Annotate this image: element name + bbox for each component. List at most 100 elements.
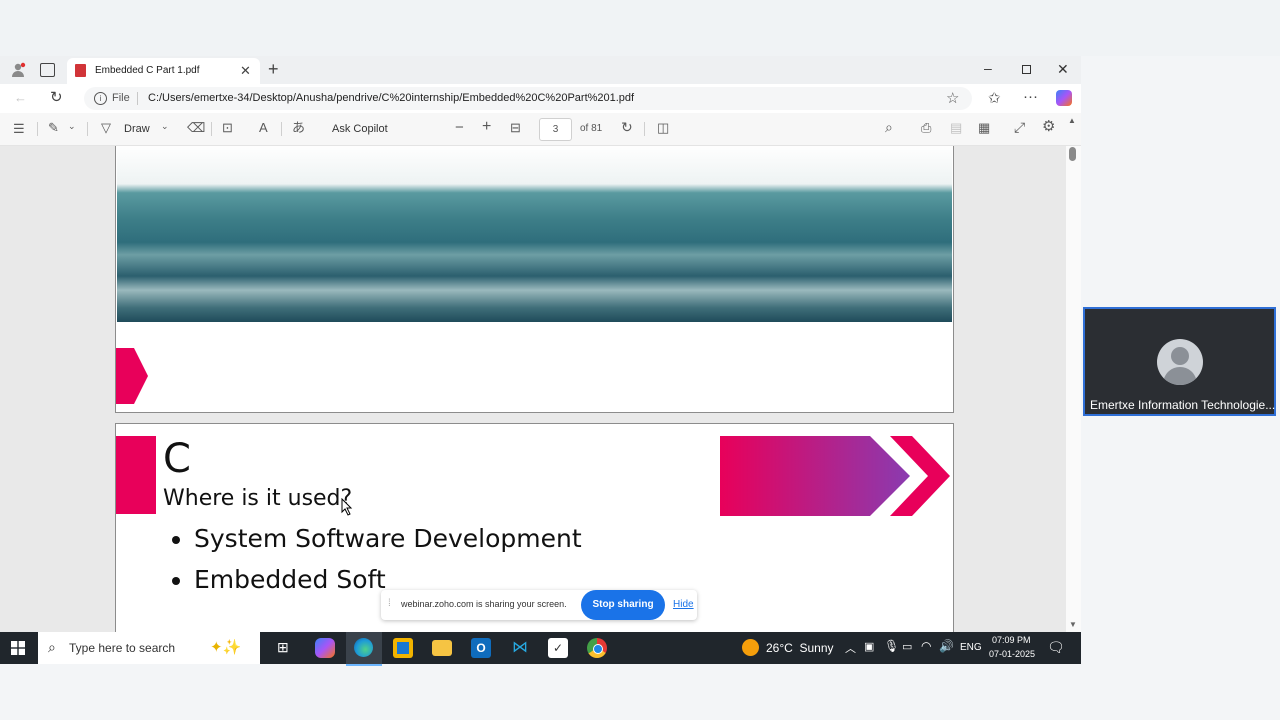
favorites-icon[interactable]: ✩ xyxy=(988,89,1001,107)
browser-window: Embedded C Part 1.pdf ✕ + – ✕ ← ↻ i File… xyxy=(0,56,1081,632)
text-box-icon[interactable]: ⊡ xyxy=(222,121,233,134)
settings-gear-icon[interactable]: ⚙ xyxy=(1042,119,1055,134)
pdf-file-icon xyxy=(75,64,86,77)
show-hidden-icons-icon[interactable]: ︿ xyxy=(845,640,856,656)
pdf-viewer: C Where is it used? System Software Deve… xyxy=(0,146,1066,632)
ocean-image xyxy=(117,146,952,322)
fullscreen-icon[interactable]: ⤢ xyxy=(1014,120,1025,134)
chrome-app-icon[interactable] xyxy=(587,638,607,658)
pdf-page-2 xyxy=(115,146,954,413)
vscode-app-icon[interactable]: ⋈ xyxy=(510,638,530,658)
desktop-background-strip xyxy=(0,0,1280,56)
windows-taskbar: ⌕ Type here to search ✦✨ ⊞ O ⋈ ✓ 26°C Su… xyxy=(0,632,1081,666)
close-window-icon[interactable]: ✕ xyxy=(1057,61,1069,78)
save-as-icon[interactable]: ▦ xyxy=(978,121,990,134)
gradient-arrow-banner xyxy=(720,436,950,516)
ask-copilot-label[interactable]: Ask Copilot xyxy=(332,123,388,135)
zoom-out-icon[interactable]: − xyxy=(455,120,464,135)
restore-icon[interactable] xyxy=(1022,65,1031,74)
clock-time[interactable]: 07:09 PM xyxy=(992,635,1031,645)
share-message: webinar.zoho.com is sharing your screen. xyxy=(401,599,567,609)
bullet-item: System Software Development xyxy=(194,524,582,553)
toolbar-divider xyxy=(37,122,38,136)
search-icon[interactable]: ⌕ xyxy=(885,120,893,134)
url-divider xyxy=(137,92,138,105)
profile-icon[interactable] xyxy=(10,62,26,78)
weather-sun-icon[interactable] xyxy=(742,639,759,656)
participant-video-tile[interactable]: Emertxe Information Technologie... xyxy=(1083,307,1276,416)
toolbar-divider xyxy=(644,122,645,136)
read-aloud-icon[interactable]: A xyxy=(259,121,268,134)
scroll-up-arrow-icon[interactable]: ▲ xyxy=(1068,117,1076,125)
language-indicator[interactable]: ENG xyxy=(960,642,982,653)
scroll-down-arrow-icon[interactable]: ▼ xyxy=(1069,620,1077,629)
search-highlights-icon: ✦✨ xyxy=(210,639,242,656)
favorite-star-icon[interactable]: ☆ xyxy=(946,89,959,107)
back-icon[interactable]: ← xyxy=(14,91,27,104)
avatar xyxy=(1157,339,1203,385)
highlight-icon[interactable]: ✎ xyxy=(48,121,59,134)
zoom-in-icon[interactable]: + xyxy=(482,119,491,135)
refresh-icon[interactable]: ↻ xyxy=(50,90,63,105)
toolbar-divider xyxy=(87,122,88,136)
stop-sharing-button[interactable]: Stop sharing xyxy=(581,590,665,620)
minimize-icon[interactable]: – xyxy=(984,60,992,76)
network-wifi-icon[interactable]: ◠ xyxy=(921,639,931,653)
drag-handle-icon[interactable]: ⁞ xyxy=(388,598,391,609)
erase-icon[interactable]: ⌫ xyxy=(187,121,205,134)
draw-dropdown-icon[interactable]: ⌄ xyxy=(161,122,169,131)
translate-icon[interactable]: あ xyxy=(292,121,305,134)
rotate-icon[interactable]: ↻ xyxy=(621,120,633,134)
microphone-icon[interactable]: 🎙 xyxy=(884,639,899,653)
bullet-list: System Software Development Embedded Sof… xyxy=(166,524,582,594)
print-icon[interactable]: ⎙ xyxy=(921,121,931,134)
volume-icon[interactable]: 🔊 xyxy=(939,639,954,653)
meet-now-icon[interactable]: ▣ xyxy=(864,640,874,653)
more-options-icon[interactable]: ··· xyxy=(1023,88,1038,105)
page-number-input[interactable]: 3 xyxy=(539,118,572,141)
url-box[interactable]: i File C:/Users/emertxe-34/Desktop/Anush… xyxy=(84,87,972,110)
edge-logo-icon xyxy=(354,638,373,657)
windows-start-icon[interactable] xyxy=(11,641,25,655)
participant-name: Emertxe Information Technologie... xyxy=(1090,398,1276,412)
toolbar-divider xyxy=(281,122,282,136)
page-view-icon[interactable]: ◫ xyxy=(657,121,669,134)
store-app-icon[interactable] xyxy=(393,638,413,658)
hide-share-banner-link[interactable]: Hide xyxy=(673,599,694,610)
file-explorer-icon[interactable] xyxy=(432,640,452,656)
battery-icon[interactable]: ▭ xyxy=(902,640,912,653)
slide-title: C xyxy=(163,436,191,482)
edge-app-icon[interactable] xyxy=(346,632,382,666)
highlight-dropdown-icon[interactable]: ⌄ xyxy=(68,122,76,131)
info-icon: i xyxy=(94,92,107,105)
tab-title: Embedded C Part 1.pdf xyxy=(95,65,200,76)
mouse-cursor-icon xyxy=(341,498,353,516)
pink-arrow-decoration xyxy=(116,348,148,404)
notifications-icon[interactable]: 🗨 xyxy=(1047,639,1065,656)
copilot-taskbar-icon[interactable] xyxy=(315,638,335,658)
fit-page-icon[interactable]: ⊟ xyxy=(510,121,521,134)
draw-icon[interactable]: ▽ xyxy=(101,121,111,134)
scrollbar-thumb[interactable] xyxy=(1069,147,1076,161)
outlook-app-icon[interactable]: O xyxy=(471,638,491,658)
clock-date[interactable]: 07-01-2025 xyxy=(989,649,1035,659)
draw-label[interactable]: Draw xyxy=(124,123,150,135)
url-text[interactable]: C:/Users/emertxe-34/Desktop/Anusha/pendr… xyxy=(148,92,634,104)
close-tab-icon[interactable]: ✕ xyxy=(240,63,251,79)
task-view-icon[interactable]: ⊞ xyxy=(277,639,289,656)
weather-text[interactable]: 26°C Sunny xyxy=(766,641,834,655)
notepad-app-icon[interactable]: ✓ xyxy=(548,638,568,658)
slide-subtitle: Where is it used? xyxy=(163,486,353,511)
new-tab-icon[interactable]: + xyxy=(268,59,279,80)
copilot-icon[interactable] xyxy=(1056,90,1072,106)
vertical-scrollbar[interactable]: ▼ xyxy=(1066,146,1081,632)
pink-accent-bar xyxy=(116,436,156,514)
workspaces-icon[interactable] xyxy=(40,63,55,77)
save-icon[interactable]: ▤ xyxy=(950,121,962,134)
address-bar: ← ↻ i File C:/Users/emertxe-34/Desktop/A… xyxy=(0,84,1081,113)
contents-icon[interactable]: ☰ xyxy=(13,122,25,135)
search-magnifier-icon: ⌕ xyxy=(48,639,56,655)
taskbar-search-box[interactable]: ⌕ Type here to search ✦✨ xyxy=(38,632,260,664)
tab-embedded-c-pdf[interactable]: Embedded C Part 1.pdf ✕ xyxy=(67,58,260,84)
page-total: of 81 xyxy=(580,123,603,134)
